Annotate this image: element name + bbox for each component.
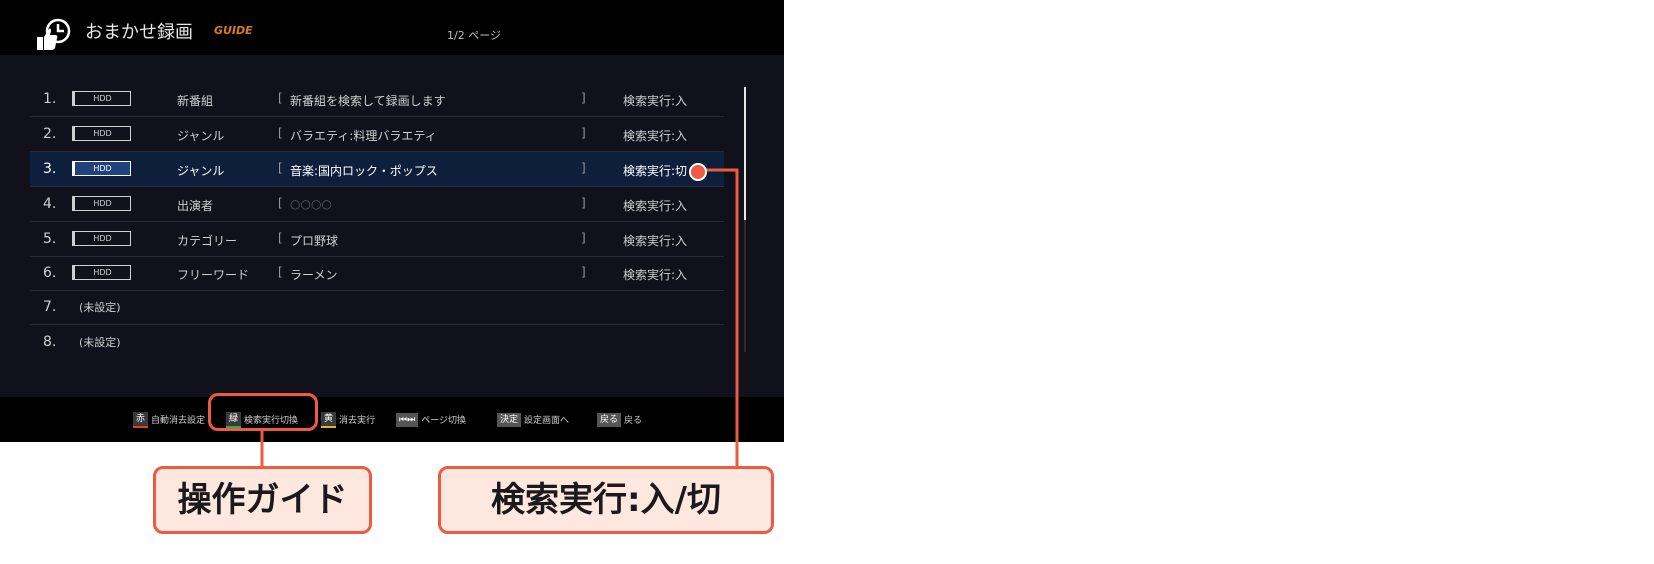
guide-highlight-frame (208, 393, 318, 431)
callout-operation-guide: 操作ガイド (153, 466, 372, 534)
status-highlight-dot (689, 163, 707, 181)
callout-search-toggle: 検索実行:入/切 (438, 466, 774, 534)
